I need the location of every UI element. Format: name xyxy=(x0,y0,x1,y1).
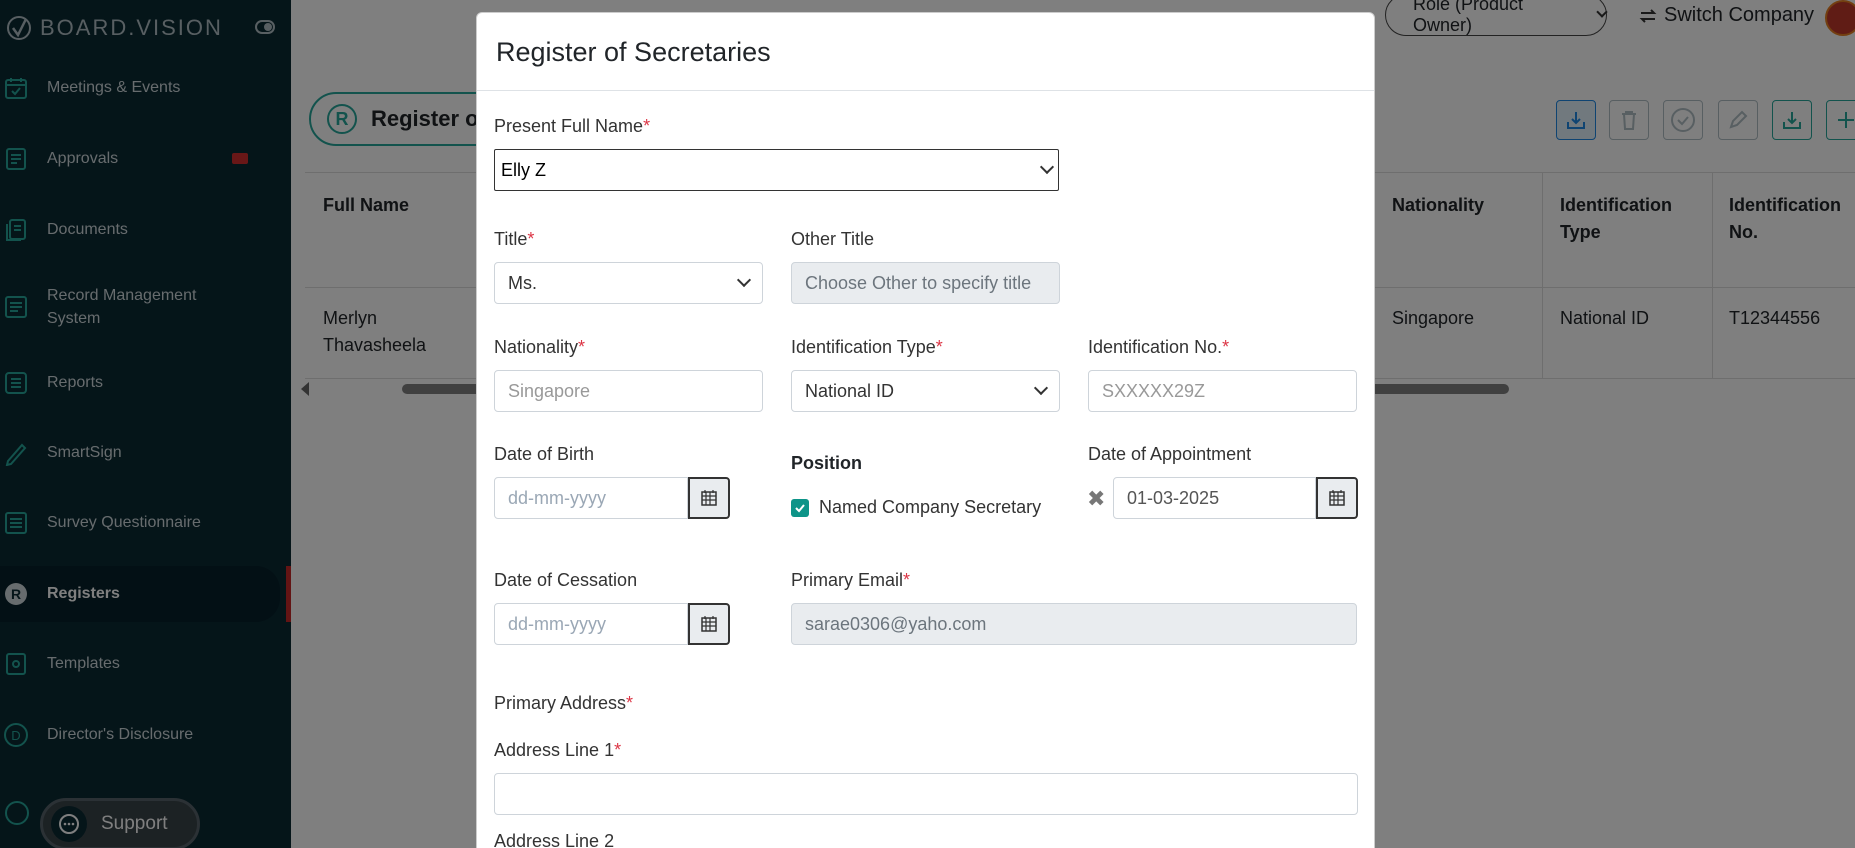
select-value: Elly Z xyxy=(501,159,546,180)
label-text: Present Full Name xyxy=(494,116,644,136)
required-mark: * xyxy=(903,570,911,590)
named-secretary-label[interactable]: Named Company Secretary xyxy=(819,497,1041,518)
required-mark: * xyxy=(935,337,943,357)
label-text: Address Line 1 xyxy=(494,740,615,760)
doc-label: Date of Cessation xyxy=(494,570,638,590)
label-text: Identification Type xyxy=(791,337,936,357)
dob-field: dd-mm-yyyy xyxy=(494,477,730,519)
named-secretary-checkbox[interactable] xyxy=(791,499,809,517)
required-mark: * xyxy=(626,693,634,713)
title-select[interactable]: Ms. xyxy=(494,262,763,304)
dob-calendar-button[interactable] xyxy=(688,477,730,519)
other-title-label: Other Title xyxy=(791,229,875,249)
modal-header: Register of Secretaries xyxy=(477,13,1374,91)
other-title-input[interactable]: Choose Other to specify title xyxy=(791,262,1060,304)
label-text: Primary Email xyxy=(791,570,904,590)
required-mark: * xyxy=(527,229,535,249)
label-text: Nationality xyxy=(494,337,579,357)
doa-input[interactable]: 01-03-2025 xyxy=(1113,477,1316,519)
present-full-name-select[interactable]: Elly Z xyxy=(494,149,1059,191)
title-label: Title* xyxy=(494,229,534,250)
clear-icon[interactable]: ✖ xyxy=(1087,486,1105,512)
checkmark-icon xyxy=(795,504,805,513)
chevron-down-icon xyxy=(1033,380,1049,396)
register-secretaries-modal: Register of Secretaries Present Full Nam… xyxy=(476,12,1375,848)
primary-email-input[interactable]: sarae0306@yaho.com xyxy=(791,603,1357,645)
modal-title: Register of Secretaries xyxy=(496,37,771,67)
address1-label: Address Line 1* xyxy=(494,740,621,761)
id-no-input[interactable]: SXXXXX29Z xyxy=(1088,370,1357,412)
doc-field: dd-mm-yyyy xyxy=(494,603,730,645)
primary-address-label: Primary Address* xyxy=(494,693,633,714)
present-full-name-label: Present Full Name* xyxy=(494,116,650,137)
calendar-icon xyxy=(701,490,717,506)
doc-calendar-button[interactable] xyxy=(688,603,730,645)
calendar-icon xyxy=(1329,490,1345,506)
id-type-label: Identification Type* xyxy=(791,337,943,358)
doc-input[interactable]: dd-mm-yyyy xyxy=(494,603,688,645)
doa-calendar-button[interactable] xyxy=(1316,477,1358,519)
doa-field: 01-03-2025 xyxy=(1113,477,1358,519)
id-no-label: Identification No.* xyxy=(1088,337,1229,358)
label-text: Identification No. xyxy=(1088,337,1223,357)
id-type-select[interactable]: National ID xyxy=(791,370,1060,412)
chevron-down-icon xyxy=(736,272,752,288)
required-mark: * xyxy=(578,337,586,357)
position-heading: Position xyxy=(791,453,862,473)
calendar-icon xyxy=(701,616,717,632)
required-mark: * xyxy=(1222,337,1230,357)
nationality-label: Nationality* xyxy=(494,337,585,358)
address1-input[interactable] xyxy=(494,773,1358,815)
select-value: Ms. xyxy=(508,272,537,293)
label-text: Title xyxy=(494,229,528,249)
chevron-down-icon xyxy=(1039,159,1055,175)
dob-input[interactable]: dd-mm-yyyy xyxy=(494,477,688,519)
address2-label: Address Line 2 xyxy=(494,831,615,848)
label-text: Primary Address xyxy=(494,693,627,713)
nationality-input[interactable]: Singapore xyxy=(494,370,763,412)
doa-label: Date of Appointment xyxy=(1088,444,1252,464)
primary-email-label: Primary Email* xyxy=(791,570,910,591)
required-mark: * xyxy=(614,740,622,760)
dob-label: Date of Birth xyxy=(494,444,595,464)
select-value: National ID xyxy=(805,380,895,401)
required-mark: * xyxy=(643,116,651,136)
